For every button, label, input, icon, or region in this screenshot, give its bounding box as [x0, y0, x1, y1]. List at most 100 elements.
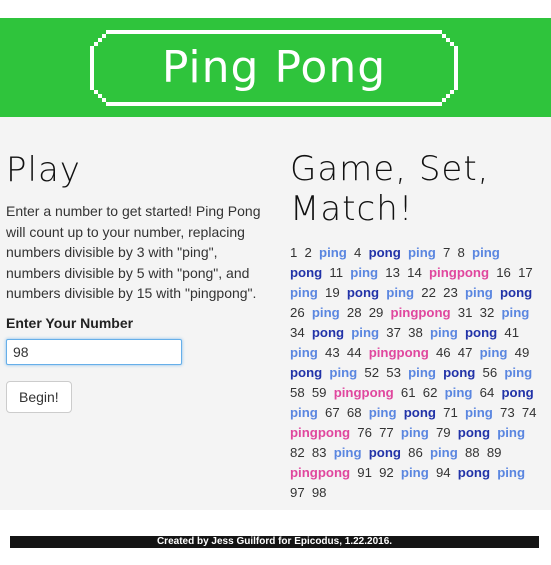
result-item: ping	[407, 245, 436, 260]
result-item: 74	[521, 405, 537, 420]
logo: Ping Pong	[90, 30, 458, 106]
result-item: 73	[499, 405, 515, 420]
result-item: pong	[403, 405, 436, 420]
result-item: ping	[497, 425, 526, 440]
result-item: 28	[346, 305, 362, 320]
result-item: ping	[497, 465, 526, 480]
result-item: ping	[319, 245, 347, 260]
result-item: pingpong	[290, 425, 351, 440]
result-item: 47	[457, 345, 473, 360]
result-item: ping	[464, 405, 493, 420]
result-item: 52	[364, 365, 380, 380]
result-item: pong	[290, 265, 323, 280]
result-item: pingpong	[290, 465, 351, 480]
result-item: 49	[514, 345, 530, 360]
result-item: 16	[496, 265, 511, 280]
result-item: pong	[499, 285, 533, 300]
result-item: ping	[429, 445, 458, 460]
result-item: 43	[325, 345, 340, 360]
result-item: 46	[435, 345, 451, 360]
number-input[interactable]	[6, 338, 182, 365]
result-item: 1	[290, 245, 298, 260]
results-column: Game, Set, Match! 1 2 ping 4 pong ping 7…	[290, 149, 540, 503]
result-item: 31	[457, 305, 473, 320]
result-item: pingpong	[368, 345, 429, 360]
result-item: 58	[290, 385, 305, 400]
result-item: 44	[346, 345, 362, 360]
result-item: pong	[464, 325, 498, 340]
result-item: ping	[504, 365, 533, 380]
result-item: 32	[479, 305, 495, 320]
result-item: pong	[368, 445, 401, 460]
result-item: 67	[325, 405, 340, 420]
results-heading: Game, Set, Match!	[290, 149, 490, 229]
result-item: ping	[351, 325, 380, 340]
result-item: pingpong	[428, 265, 490, 280]
result-item: ping	[311, 305, 340, 320]
main-content: Play Enter a number to get started! Ping…	[0, 117, 551, 510]
result-item: 14	[407, 265, 422, 280]
result-item: 76	[357, 425, 372, 440]
result-item: 83	[311, 445, 327, 460]
result-item: 34	[290, 325, 305, 340]
result-item: ping	[290, 285, 318, 300]
result-item: 19	[325, 285, 340, 300]
begin-button[interactable]: Begin!	[6, 380, 72, 413]
result-item: 82	[290, 445, 305, 460]
result-item: 98	[311, 485, 327, 500]
result-item: ping	[290, 345, 318, 360]
result-item: 22	[421, 285, 436, 300]
result-item: ping	[400, 465, 429, 480]
result-item: 26	[290, 305, 305, 320]
result-item: ping	[290, 405, 318, 420]
result-item: 89	[486, 445, 502, 460]
result-item: ping	[368, 405, 397, 420]
result-item: ping	[333, 445, 362, 460]
number-input-label: Enter Your Number	[6, 314, 134, 331]
result-item: 68	[346, 405, 362, 420]
result-item: pingpong	[390, 305, 451, 320]
result-item: pong	[457, 425, 491, 440]
result-item: pong	[368, 245, 401, 260]
result-item: 79	[435, 425, 451, 440]
result-item: 11	[329, 265, 344, 280]
result-item: 61	[400, 385, 416, 400]
result-item: 86	[408, 445, 423, 460]
result-item: ping	[444, 385, 473, 400]
result-item: 13	[385, 265, 400, 280]
result-item: ping	[350, 265, 379, 280]
result-item: pong	[501, 385, 534, 400]
result-item: 92	[379, 465, 394, 480]
result-item: 64	[479, 385, 495, 400]
result-item: 17	[518, 265, 533, 280]
play-column: Play Enter a number to get started! Ping…	[6, 149, 268, 413]
result-item: 8	[457, 245, 465, 260]
result-item: 38	[408, 325, 423, 340]
result-item: 2	[304, 245, 312, 260]
result-item: 59	[311, 385, 327, 400]
result-item: pong	[290, 365, 323, 380]
result-item: pong	[311, 325, 345, 340]
result-item: pingpong	[333, 385, 394, 400]
result-item: 97	[290, 485, 305, 500]
result-item: 23	[443, 285, 458, 300]
result-item: 71	[443, 405, 458, 420]
result-item: ping	[329, 365, 358, 380]
result-item: 91	[357, 465, 372, 480]
result-item: ping	[386, 285, 415, 300]
result-item: 88	[464, 445, 480, 460]
result-item: 41	[504, 325, 520, 340]
result-item: 94	[435, 465, 451, 480]
instructions-text: Enter a number to get started! Ping Pong…	[6, 203, 261, 301]
result-item: ping	[408, 365, 436, 380]
result-item: 7	[442, 245, 451, 260]
results-list: 1 2 ping 4 pong ping 7 8 ping pong 11 pi…	[290, 243, 540, 503]
result-item: 77	[379, 425, 394, 440]
logo-title: Ping Pong	[161, 42, 387, 93]
result-item: ping	[429, 325, 458, 340]
result-item: 53	[386, 365, 401, 380]
result-item: 56	[482, 365, 498, 380]
play-heading: Play	[6, 150, 81, 190]
result-item: ping	[464, 285, 493, 300]
result-item: pong	[346, 285, 380, 300]
